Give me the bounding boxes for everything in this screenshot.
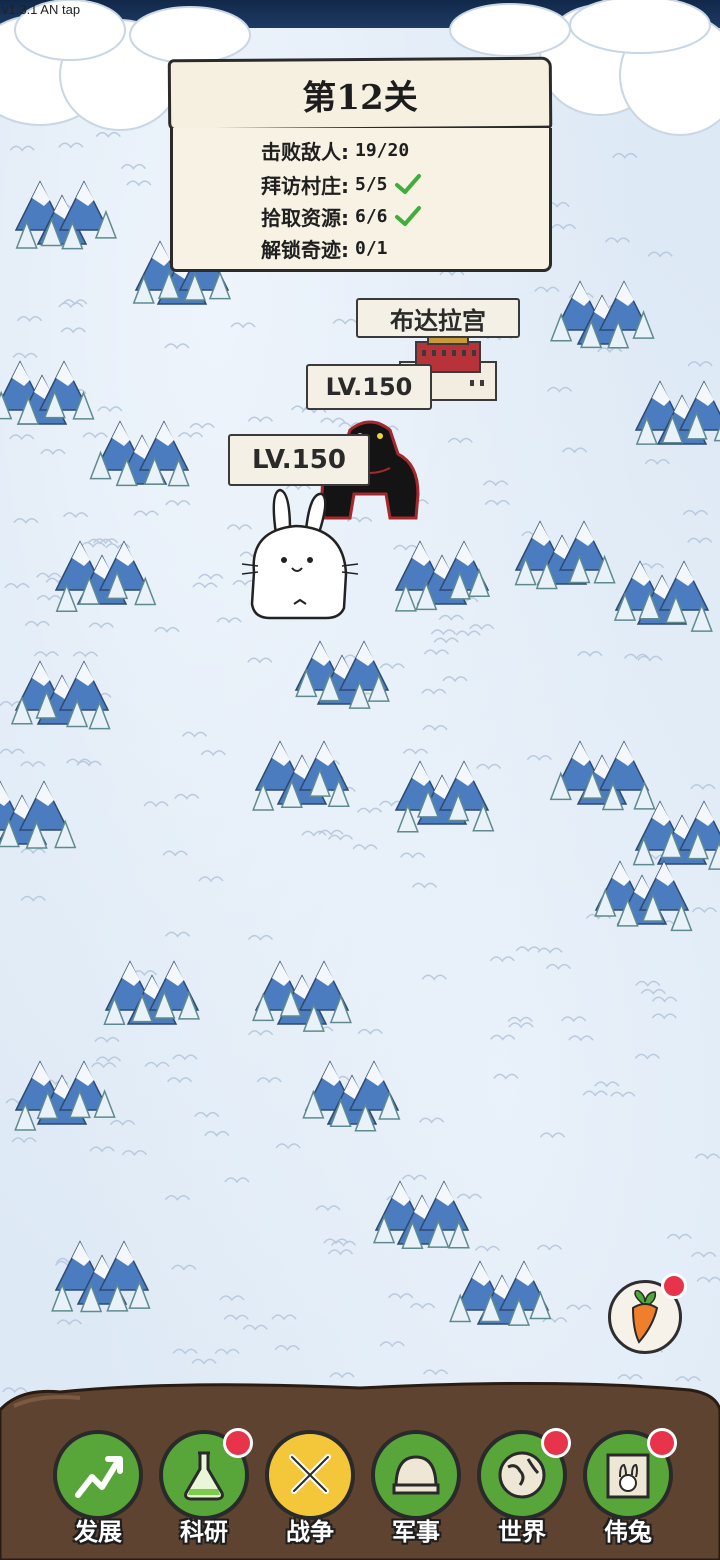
- objective-value: 19/20: [355, 139, 410, 161]
- check-icon: [394, 174, 421, 194]
- notification-badge: [661, 1273, 687, 1299]
- objective-label: 解锁奇迹:: [261, 237, 349, 262]
- notification-badge: [647, 1428, 677, 1458]
- enemy-level-tag: LV.150: [306, 364, 432, 410]
- objective-value: 6/6: [355, 205, 388, 227]
- objective-value: 0/1: [355, 237, 388, 259]
- objective-unlock-wonder: 解锁奇迹: 0/1: [261, 232, 388, 264]
- nav-item-crossed-swords[interactable]: 战争: [262, 1430, 358, 1550]
- nav-item-globe[interactable]: 世界: [474, 1428, 571, 1550]
- version-label: v1.3.1 AN tap: [2, 2, 81, 17]
- carrot-button[interactable]: [608, 1273, 687, 1354]
- nav-item-growth-arrow[interactable]: 发展: [50, 1430, 146, 1550]
- nav-item-flask[interactable]: 科研: [156, 1428, 253, 1550]
- objective-label: 拜访村庄:: [261, 173, 349, 198]
- nav-item-helmet[interactable]: 军事: [368, 1430, 464, 1550]
- rabbit-player[interactable]: [240, 486, 360, 622]
- objective-collect-resources: 拾取资源: 6/6: [261, 200, 422, 232]
- helmet-icon: [392, 1455, 440, 1495]
- nav-button[interactable]: [159, 1428, 253, 1520]
- objectives-list: 击败敌人: 19/20 拜访村庄: 5/5 拾取资源: 6/6 解锁奇迹: 0/…: [170, 128, 552, 272]
- level-title: 第12关: [167, 56, 553, 132]
- flask-icon: [184, 1451, 224, 1501]
- carrot-icon: [631, 1290, 659, 1344]
- notification-badge: [223, 1428, 253, 1458]
- growth-arrow-icon: [75, 1456, 123, 1498]
- objective-value: 5/5: [355, 173, 388, 195]
- landmark-label[interactable]: 布达拉宫: [356, 298, 520, 338]
- check-icon: [394, 206, 421, 226]
- nav-button[interactable]: [583, 1428, 677, 1520]
- nav-item-rabbit-portrait[interactable]: 伟兔: [580, 1428, 677, 1550]
- globe-icon: [498, 1451, 546, 1499]
- objective-label: 击败敌人:: [261, 139, 349, 164]
- level-panel: 第12关 击败敌人: 19/20 拜访村庄: 5/5 拾取资源: 6/6 解锁奇…: [167, 56, 553, 272]
- objective-visit-villages: 拜访村庄: 5/5: [261, 168, 422, 200]
- nav-button[interactable]: [477, 1428, 571, 1520]
- objective-defeat-enemies: 击败敌人: 19/20: [261, 134, 409, 166]
- crossed-swords-icon: [289, 1454, 331, 1494]
- objective-label: 拾取资源:: [261, 205, 349, 230]
- player-level-tag: LV.150: [228, 434, 370, 486]
- nav-button[interactable]: [265, 1430, 355, 1520]
- notification-badge: [541, 1428, 571, 1458]
- nav-button[interactable]: [53, 1430, 143, 1520]
- nav-button[interactable]: [371, 1430, 461, 1520]
- rabbit-portrait-icon: [606, 1453, 650, 1499]
